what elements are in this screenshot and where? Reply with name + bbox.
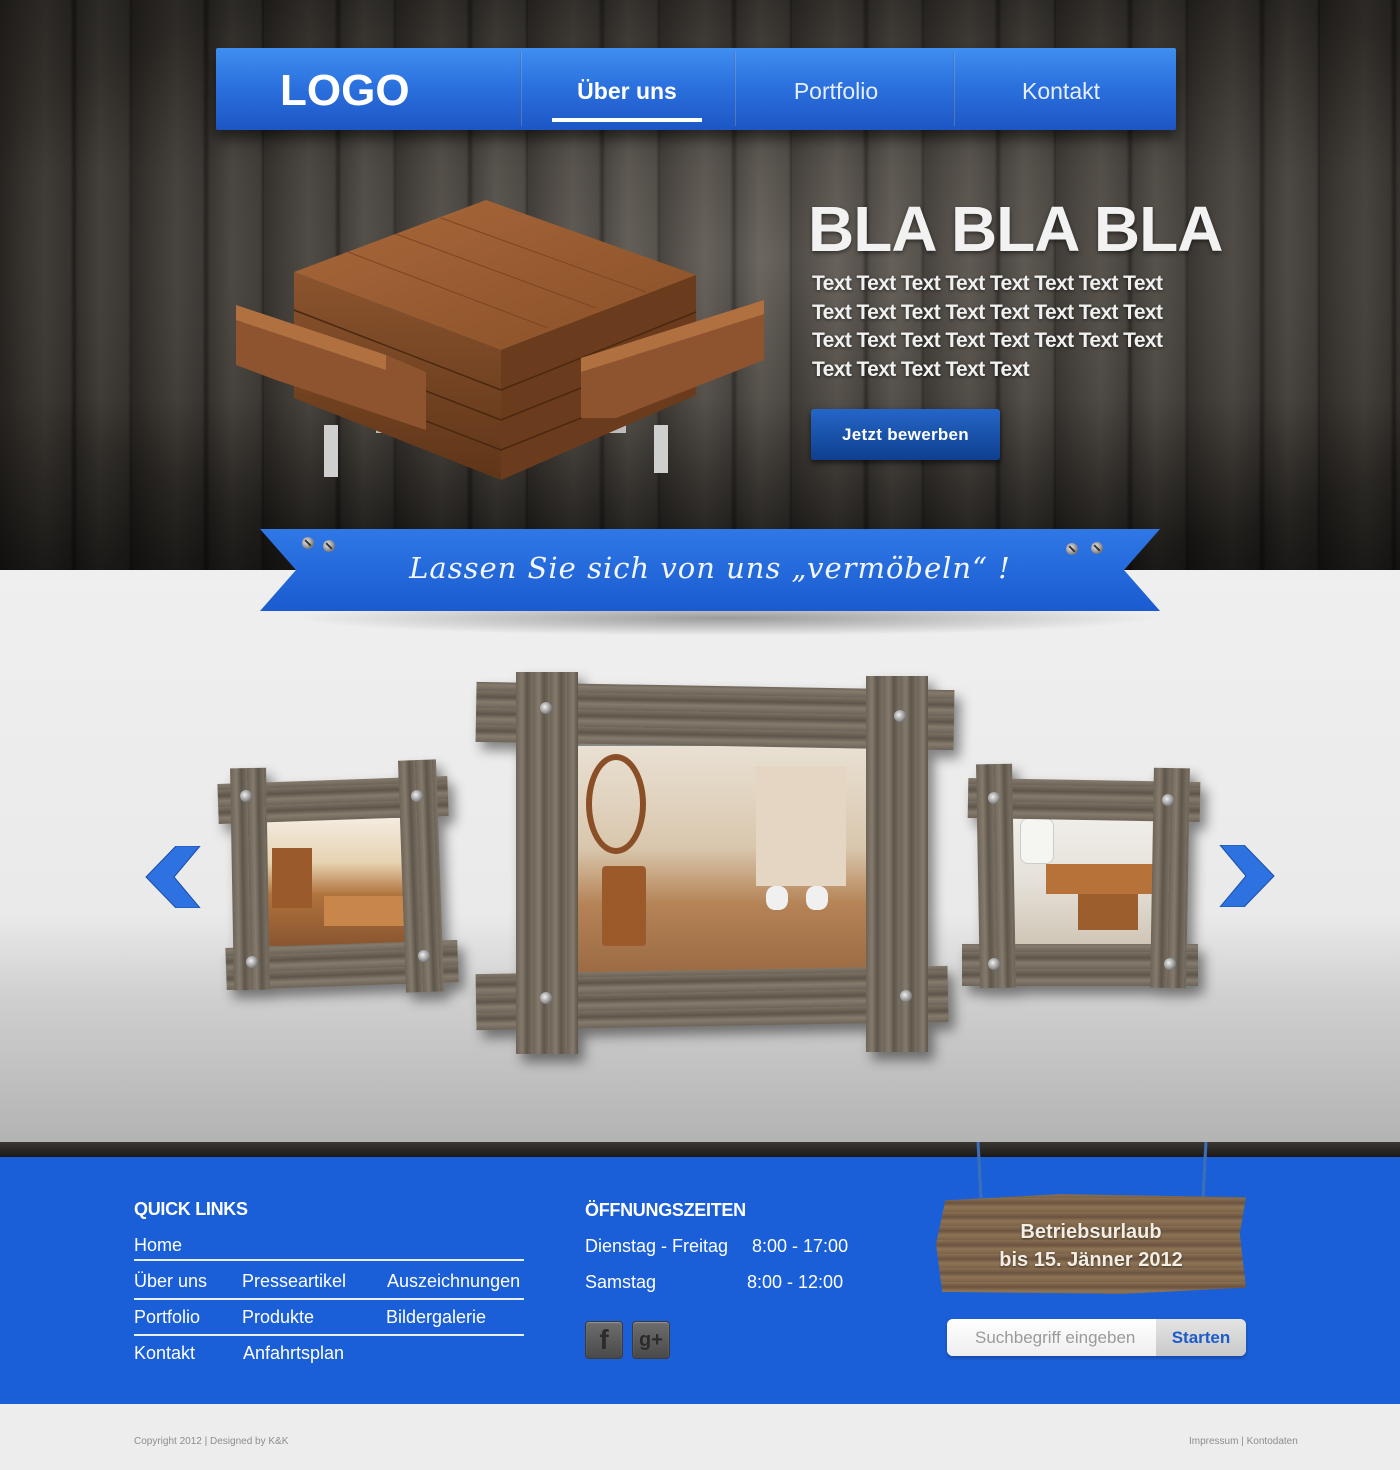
separator: | [204,1436,208,1447]
hours-days: Samstag [585,1272,657,1292]
holiday-sign-line1: Betriebsurlaub [1020,1221,1162,1243]
apply-button[interactable]: Jetzt bewerben [811,409,1000,460]
hours-time: 8:00 - 17:00 [752,1236,849,1256]
footer-divider [134,1259,524,1261]
slogan-text: Lassen Sie sich von uns „vermöbeln“ ! [409,551,1011,585]
quick-links-title: QUICK LINKS [134,1199,248,1219]
nav-divider [953,52,955,126]
hero-title: BLA BLA BLA [808,193,1223,265]
nav-item-portfolio[interactable]: Portfolio [756,78,916,105]
footer-link-home[interactable]: Home [134,1235,182,1256]
screw-icon [418,950,430,962]
screw-icon [988,792,1000,804]
wooden-table-image [236,200,764,480]
footer-link-portfolio[interactable]: Portfolio [134,1307,200,1328]
nav-item-kontakt[interactable]: Kontakt [981,78,1141,105]
nav-divider [734,52,736,126]
footer-wood-strip [0,1142,1400,1157]
kitchen-photo [264,818,408,946]
screw-icon [1162,794,1174,806]
search-button[interactable]: Starten [1156,1319,1246,1356]
footer-link-ueber-uns[interactable]: Über uns [134,1271,207,1292]
bathroom-photo [576,746,866,972]
screw-icon [323,540,335,552]
gallery-frame-center[interactable] [475,672,955,1054]
screw-icon [411,790,423,802]
screw-icon [988,958,1000,970]
slogan-ribbon: Lassen Sie sich von uns „vermöbeln“ ! [260,529,1160,611]
separator: | [1241,1436,1244,1447]
search-bar: Starten [947,1319,1246,1356]
screw-icon [246,956,258,968]
chevron-left-icon[interactable] [144,846,202,908]
holiday-sign-text: Betriebsurlaub bis 15. Jänner 2012 [936,1218,1246,1274]
screw-icon [240,790,252,802]
office-photo [1008,808,1164,948]
gallery-frame-left[interactable] [217,759,459,996]
screw-icon [1091,542,1103,554]
footer-link-kontakt[interactable]: Kontakt [134,1343,195,1364]
google-plus-icon[interactable]: g+ [632,1321,670,1359]
footer-link-auszeichnungen[interactable]: Auszeichnungen [387,1271,520,1292]
screw-icon [900,990,912,1002]
gallery-frame-right[interactable] [962,760,1201,992]
hours-days: Dienstag - Freitag [585,1236,729,1256]
legal-links: Impressum | Kontodaten [1189,1436,1298,1447]
footer-link-bildergalerie[interactable]: Bildergalerie [386,1307,486,1328]
chevron-right-icon[interactable] [1218,845,1276,907]
holiday-sign-line2: bis 15. Jänner 2012 [999,1249,1183,1271]
screw-icon [1066,543,1078,555]
screw-icon [540,992,552,1004]
screw-icon [302,537,314,549]
main-navigation: LOGO Über uns Portfolio Kontakt [216,48,1176,130]
copyright-text: Copyright 2012 [134,1436,202,1447]
designed-by-text: Designed by K&K [210,1436,289,1447]
nav-active-indicator [552,118,702,122]
screw-icon [894,710,906,722]
kontodaten-link[interactable]: Kontodaten [1247,1436,1298,1447]
nav-item-ueber-uns[interactable]: Über uns [552,78,702,105]
opening-hours-title: ÖFFNUNGSZEITEN [585,1200,746,1220]
search-input[interactable] [947,1319,1156,1356]
hero-text: Text Text Text Text Text Text Text Text … [812,272,1163,381]
impressum-link[interactable]: Impressum [1189,1436,1238,1447]
footer-link-anfahrtsplan[interactable]: Anfahrtsplan [243,1343,344,1364]
nav-divider [520,52,522,126]
footer-link-presseartikel[interactable]: Presseartikel [242,1271,346,1292]
footer-divider [134,1298,524,1300]
logo[interactable]: LOGO [280,66,410,116]
footer-divider [134,1334,524,1336]
screw-icon [1164,958,1176,970]
holiday-sign: Betriebsurlaub bis 15. Jänner 2012 [936,1194,1246,1294]
hours-time: 8:00 - 12:00 [747,1272,844,1292]
screw-icon [540,702,552,714]
copyright-line: Copyright 2012 | Designed by K&K [134,1436,288,1447]
footer-link-produkte[interactable]: Produkte [242,1307,314,1328]
frame-plank [866,676,928,1052]
facebook-icon[interactable]: f [585,1321,623,1359]
